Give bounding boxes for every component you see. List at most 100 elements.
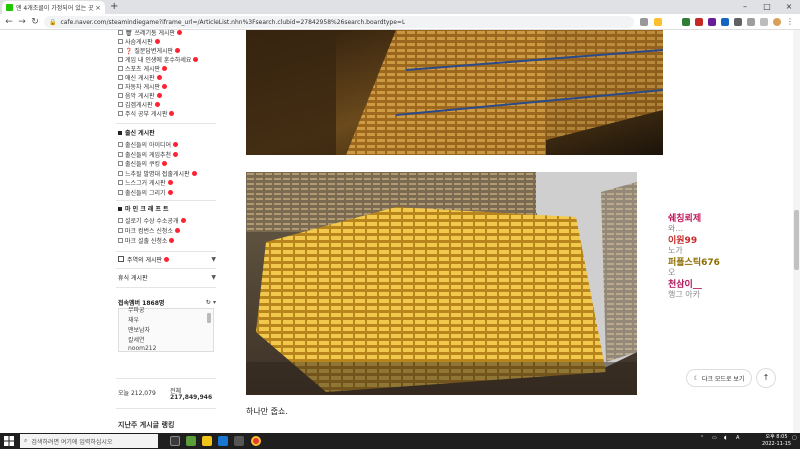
- task-view-icon[interactable]: [170, 436, 180, 446]
- tray-up-icon[interactable]: ⌃: [700, 435, 704, 441]
- members-scroll-thumb[interactable]: [207, 313, 211, 323]
- bookmark-star-icon[interactable]: [654, 18, 662, 26]
- board-label: 게임 내 인생에 훈수하세요: [125, 57, 192, 64]
- sidebar-board-item[interactable]: 출신들의 그리기: [118, 188, 173, 197]
- chat-message: 노가: [668, 246, 683, 255]
- back-icon[interactable]: ←: [2, 15, 16, 29]
- extension-blue-icon[interactable]: [721, 18, 729, 26]
- reload-icon[interactable]: ↻: [28, 15, 42, 29]
- network-icon[interactable]: ▭: [712, 435, 717, 441]
- taskbar-search-input[interactable]: ⌕ 검색하려면 여기에 입력하십시오: [20, 434, 158, 448]
- page-scroll-thumb[interactable]: [794, 210, 799, 270]
- extensions-puzzle-icon[interactable]: [747, 18, 755, 26]
- new-tab-button[interactable]: +: [110, 1, 118, 13]
- section-market-title: 마 인 크 래 프 트: [118, 204, 169, 213]
- board-icon: [118, 84, 123, 89]
- sidebar-board-item[interactable]: ❓ 질문답변게시판: [118, 46, 181, 55]
- browser-tab[interactable]: 앤 4개조클이 가정되어 있는 곳 ×: [2, 1, 105, 14]
- close-window-button[interactable]: ×: [778, 0, 800, 14]
- board-icon: [118, 57, 123, 62]
- sidebar-board-item[interactable]: 출신들의 게임추천: [118, 150, 179, 159]
- scroll-top-button[interactable]: ↑: [756, 368, 776, 388]
- online-members-list[interactable]: 무파궁 재우 맨보남자 칼세연 noom212: [118, 305, 214, 352]
- divider: [116, 378, 216, 379]
- article-body: 하나만 줍쇼.: [246, 30, 666, 433]
- board-label: 출신들의 게임추천: [125, 151, 172, 159]
- file-explorer-icon[interactable]: [202, 436, 212, 446]
- sidebar-board-item[interactable]: 느추될 발명대 접출게시판: [118, 169, 197, 178]
- vscode-icon[interactable]: [218, 436, 228, 446]
- weekly-ranking-title: 지난주 게시글 랭킹: [118, 421, 175, 429]
- new-badge: [156, 75, 162, 80]
- windows-start-icon[interactable]: [4, 436, 14, 446]
- sidebar-board-item[interactable]: 애신 게시판: [118, 73, 162, 82]
- board-label: 주식 공부 게시판: [125, 111, 168, 118]
- new-badge: [164, 256, 170, 262]
- sidebar-board-item[interactable]: 주식 공부 게시판: [118, 109, 175, 118]
- sidebar-board-item[interactable]: 느스그거 게시판: [118, 178, 173, 187]
- extension-v-icon[interactable]: [708, 18, 716, 26]
- app-icon[interactable]: [234, 436, 244, 446]
- minimize-button[interactable]: –: [734, 0, 756, 14]
- chevron-down-icon: ▼: [211, 255, 216, 263]
- dark-mode-button[interactable]: ☾ 다크 모드로 보기: [686, 369, 752, 387]
- sidebar-board-item[interactable]: 스포츠 게시판: [118, 64, 168, 73]
- chat-nickname: 이원99: [668, 236, 698, 246]
- fold-rest-board[interactable]: 휴식 게시판 ▼: [118, 271, 218, 283]
- sidebar-board-item[interactable]: 게임 내 인생에 훈수하세요: [118, 55, 199, 64]
- profile-avatar[interactable]: [773, 18, 781, 26]
- sidebar-board-item[interactable]: 🗑 쓰레기통 게시판: [118, 30, 183, 37]
- lock-icon: 🔒: [49, 18, 57, 26]
- sidebar-board-item[interactable]: 출신들의 쿠킹: [118, 159, 168, 168]
- sidebar-board-item[interactable]: 자동차 게시판: [118, 82, 168, 91]
- board-icon: [118, 228, 123, 233]
- divider: [116, 268, 216, 269]
- divider: [116, 200, 216, 201]
- chrome-icon[interactable]: [251, 436, 261, 446]
- board-label: 자동차 게시판: [125, 84, 161, 91]
- divider: [116, 251, 216, 252]
- notification-icon[interactable]: ▢: [792, 435, 797, 441]
- language-icon[interactable]: A: [736, 435, 739, 441]
- member-item[interactable]: 재우: [128, 315, 139, 324]
- sidebar-board-item[interactable]: 출신들의 아이디어: [118, 140, 179, 149]
- sidebar-board-item[interactable]: 사슴게시판: [118, 37, 160, 46]
- sidebar-board-item[interactable]: 마크 설출 신청소: [118, 236, 175, 245]
- member-item[interactable]: 칼세연: [128, 335, 145, 344]
- chat-message: 와...: [668, 224, 683, 233]
- member-item[interactable]: 무파궁: [128, 305, 145, 314]
- minecraft-icon[interactable]: [186, 436, 196, 446]
- close-tab-icon[interactable]: ×: [95, 4, 101, 12]
- sidebar-board-item[interactable]: 김겜게시판: [118, 100, 160, 109]
- gold-vault-image-1: [246, 30, 663, 155]
- volume-icon[interactable]: ◖: [724, 435, 727, 441]
- board-icon: [118, 48, 123, 53]
- share-icon[interactable]: [640, 18, 648, 26]
- fold-favorite-boards[interactable]: 주역의 게시판 ▼: [118, 253, 218, 265]
- new-badge: [167, 180, 173, 185]
- new-badge: [180, 218, 186, 223]
- page: 출신 게시판 마 인 크 래 프 트 주역의 게시판 ▼ 휴식 게시판 ▼ 접속…: [0, 30, 800, 433]
- tab-strip-icon[interactable]: [760, 18, 768, 26]
- url-text: cafe.naver.com/steamindiegame?iframe_url…: [60, 18, 406, 26]
- sidebar-board-item[interactable]: 마크 컴번스 신청소: [118, 226, 180, 235]
- browser-menu-icon[interactable]: ⋮: [786, 18, 794, 26]
- extension-red-icon[interactable]: [695, 18, 703, 26]
- board-label: ❓ 질문답변게시판: [125, 48, 174, 55]
- extension-gray-icon[interactable]: [734, 18, 742, 26]
- board-icon: [118, 75, 123, 80]
- url-input[interactable]: 🔒 cafe.naver.com/steamindiegame?iframe_u…: [44, 16, 634, 28]
- forward-icon[interactable]: →: [15, 15, 29, 29]
- member-item[interactable]: noom212: [128, 345, 156, 352]
- extension-green-icon[interactable]: [682, 18, 690, 26]
- sidebar-board-item[interactable]: 음악 게시판: [118, 91, 162, 100]
- board-label: 음악 게시판: [125, 93, 155, 100]
- new-badge: [169, 111, 175, 116]
- taskbar-clock[interactable]: 오후 8:05 2022-11-15: [762, 434, 791, 448]
- board-label: 사슴게시판: [125, 39, 153, 46]
- member-item[interactable]: 맨보남자: [128, 325, 150, 334]
- page-scrollbar[interactable]: [793, 30, 800, 433]
- refresh-icon[interactable]: ↻ ▾: [206, 299, 216, 306]
- sidebar-board-item[interactable]: 설로기 수상 수소공개: [118, 216, 186, 225]
- maximize-button[interactable]: □: [756, 0, 778, 14]
